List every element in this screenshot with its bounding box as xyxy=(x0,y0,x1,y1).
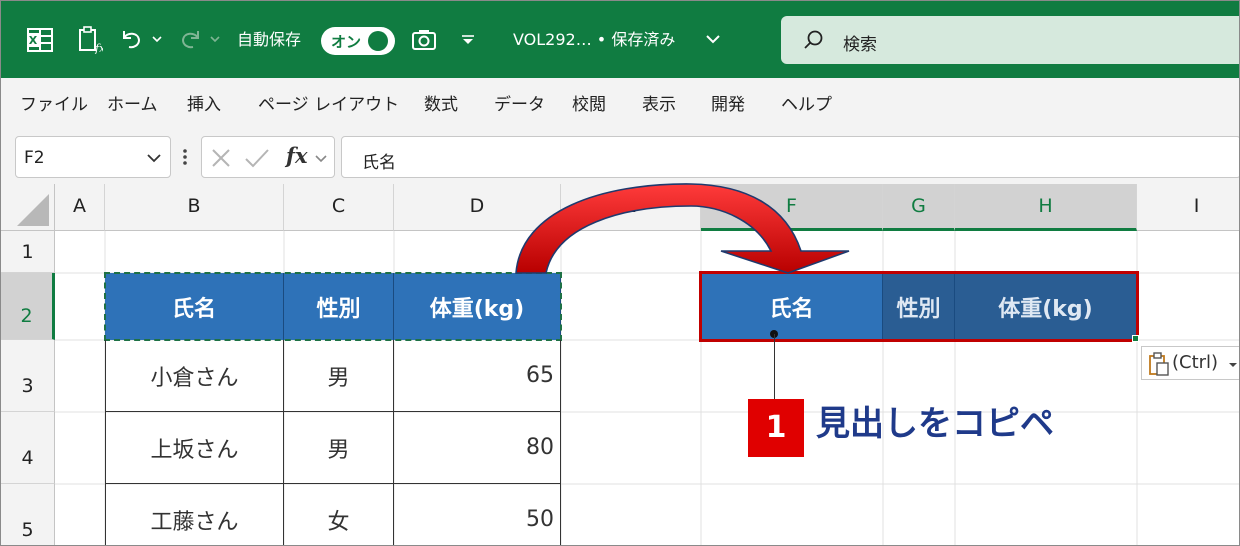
excel-window: X fx 自動保存 オン xyxy=(0,0,1240,546)
copy-arrow xyxy=(515,183,850,274)
